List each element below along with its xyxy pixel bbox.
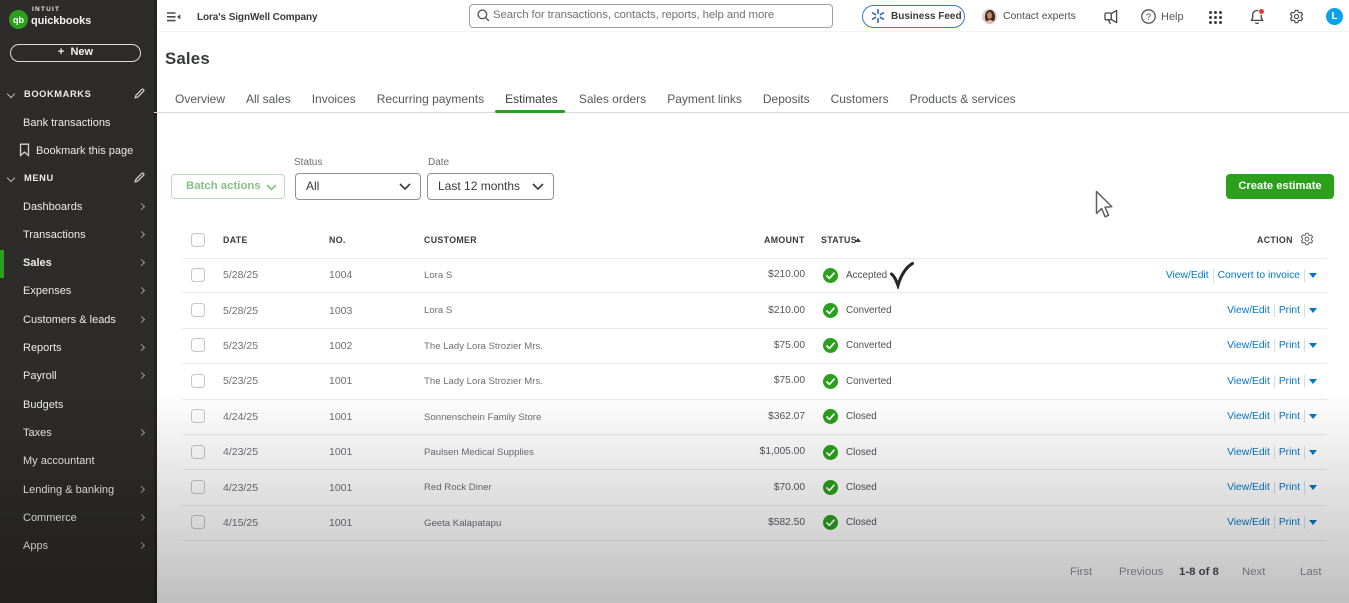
svg-text:?: ?	[1146, 11, 1151, 22]
